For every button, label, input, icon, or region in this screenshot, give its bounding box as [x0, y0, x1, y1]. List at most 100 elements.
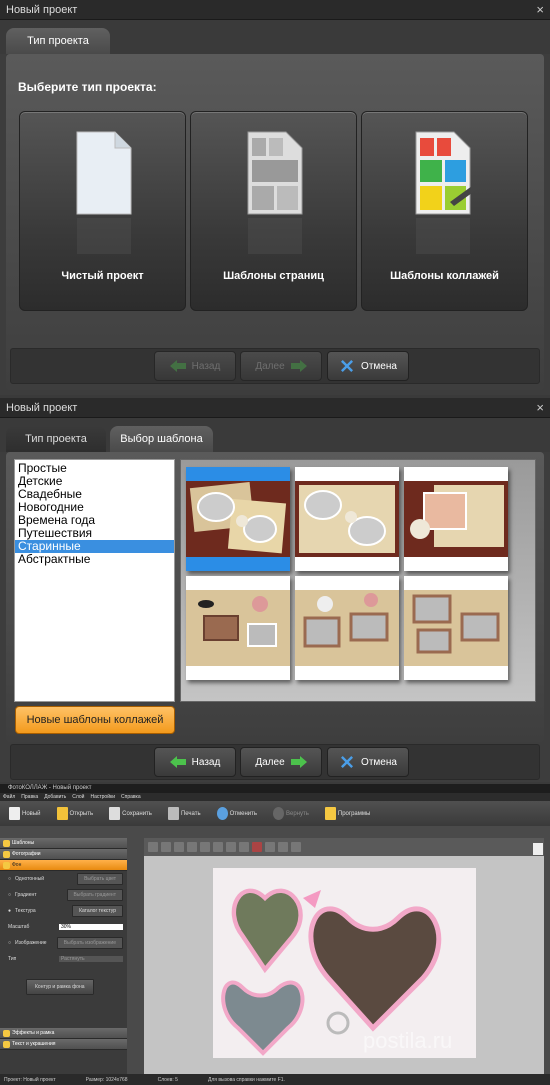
template-thumbnail[interactable] — [186, 467, 290, 571]
texture-catalog-button[interactable]: Каталог текстур — [72, 905, 123, 917]
template-thumbnail[interactable] — [404, 576, 508, 680]
redo-button[interactable]: Вернуть — [267, 804, 315, 824]
align-icon[interactable] — [187, 842, 197, 852]
card-page-templates[interactable]: Шаблоны страниц — [190, 111, 357, 311]
rotate-icon[interactable] — [239, 842, 249, 852]
panel-effects[interactable]: Эффекты и рамка — [0, 1028, 127, 1039]
arrow-right-icon — [290, 360, 307, 372]
lock-icon[interactable] — [291, 842, 301, 852]
save-button[interactable]: Сохранить — [103, 804, 158, 824]
next-button[interactable]: Далее — [240, 747, 322, 777]
open-button[interactable]: Открыть — [51, 804, 100, 824]
next-button[interactable]: Далее — [240, 351, 322, 381]
app-titlebar: ФотоКОЛЛАЖ - Новый проект — [0, 784, 550, 793]
panel-background[interactable]: Фон — [0, 860, 127, 871]
radio-texture[interactable]: ● — [8, 908, 11, 914]
button-bar: Назад Далее Отмена — [10, 744, 540, 780]
delete-icon[interactable] — [252, 842, 262, 852]
scale-input[interactable]: 30% — [59, 924, 123, 930]
card-blank-project[interactable]: Чистый проект — [19, 111, 186, 311]
save-icon — [109, 807, 121, 820]
flip-icon[interactable] — [200, 842, 210, 852]
flip-icon[interactable] — [226, 842, 236, 852]
align-icon[interactable] — [161, 842, 171, 852]
card-collage-templates[interactable]: Шаблоны коллажей — [361, 111, 528, 311]
radio-image[interactable]: ○ — [8, 940, 11, 946]
menu-edit[interactable]: Правка — [21, 793, 38, 801]
panel-bottom: Эффекты и рамка Текст и украшения — [0, 1028, 127, 1050]
menu-help[interactable]: Справка — [121, 793, 141, 801]
collage-canvas: postila.ru — [213, 868, 476, 1058]
settings-icon[interactable] — [278, 842, 288, 852]
canvas-toolbar — [144, 838, 544, 856]
crop-icon[interactable] — [265, 842, 275, 852]
arrow-left-icon — [169, 756, 186, 768]
page-icon[interactable] — [533, 843, 543, 855]
panel-text[interactable]: Текст и украшения — [0, 1039, 127, 1050]
bg-texture-row: ● Текстура Каталог текстур — [0, 903, 127, 919]
flip-icon[interactable] — [213, 842, 223, 852]
vintage-collage-image — [295, 590, 399, 666]
panel-templates[interactable]: Шаблоны — [0, 838, 127, 849]
tab-project-type[interactable]: Тип проекта — [6, 426, 106, 452]
category-list[interactable]: Простые Детские Свадебные Новогодние Вре… — [14, 459, 175, 702]
card-label: Чистый проект — [61, 270, 144, 282]
new-button[interactable]: Новый — [3, 804, 47, 824]
bg-image-row: ○ Изображение Выбрать изображение — [0, 935, 127, 951]
side-panel: Шаблоны Фотографии Фон ○ Однотонный Выбрат… — [0, 838, 127, 1074]
menu-file[interactable]: Файл — [3, 793, 15, 801]
panel-photos[interactable]: Фотографии — [0, 849, 127, 860]
tab-project-type[interactable]: Тип проекта — [6, 28, 110, 54]
radio-solid[interactable]: ○ — [8, 876, 11, 882]
close-x-icon — [341, 360, 354, 372]
card-label: Шаблоны коллажей — [390, 270, 499, 282]
programs-button[interactable]: Программы — [319, 804, 376, 824]
bg-scale-row: Масштаб 30% — [0, 919, 127, 935]
cancel-button[interactable]: Отмена — [327, 747, 409, 777]
redo-icon — [273, 807, 285, 820]
watermark-text: postila.ru — [363, 1028, 452, 1053]
undo-button[interactable]: Отменить — [211, 804, 263, 824]
undo-icon — [216, 807, 228, 820]
print-button[interactable]: Печать — [162, 804, 207, 824]
status-size: Размер: 1024x768 — [85, 1076, 128, 1083]
status-project: Проект: Новый проект — [4, 1076, 56, 1083]
vintage-collage-image — [404, 481, 508, 557]
align-icon[interactable] — [174, 842, 184, 852]
dialog-titlebar: Новый проект × — [0, 398, 550, 418]
blank-page-icon — [76, 131, 131, 254]
new-collage-templates-button[interactable]: Новые шаблоны коллажей — [15, 706, 175, 734]
align-icon[interactable] — [148, 842, 158, 852]
template-thumbnail[interactable] — [404, 467, 508, 571]
dialog-title: Новый проект — [6, 3, 78, 16]
pick-image-button[interactable]: Выбрать изображение — [56, 937, 123, 949]
collage-template-icon — [415, 131, 476, 254]
card-label: Шаблоны страниц — [223, 270, 324, 282]
pick-color-button[interactable]: Выбрать цвет — [77, 873, 123, 885]
contour-frame-button[interactable]: Контур и рамка фона — [26, 979, 94, 995]
pick-gradient-button[interactable]: Выбрать градиент — [66, 889, 123, 901]
radio-gradient[interactable]: ○ — [8, 892, 11, 898]
tab-strip: Тип проекта Выбор шаблона — [0, 418, 550, 452]
menu-add[interactable]: Добавить — [44, 793, 66, 801]
template-thumbnail[interactable] — [186, 576, 290, 680]
tab-template-choice[interactable]: Выбор шаблона — [110, 426, 213, 452]
close-icon[interactable]: × — [536, 400, 544, 415]
bg-type-row: Тип Растянуть — [0, 951, 127, 967]
close-x-icon — [341, 756, 354, 768]
cancel-button[interactable]: Отмена — [327, 351, 409, 381]
back-button[interactable]: Назад — [154, 747, 236, 777]
back-button[interactable]: Назад — [154, 351, 236, 381]
close-icon[interactable]: × — [536, 2, 544, 17]
menu-layer[interactable]: Слой — [72, 793, 84, 801]
menu-bar: Файл Правка Добавить Слой Настройки Спра… — [0, 793, 550, 801]
folder-icon — [56, 807, 68, 820]
template-thumbnail[interactable] — [295, 576, 399, 680]
list-item[interactable]: Абстрактные — [15, 553, 174, 566]
page-template-icon — [247, 131, 302, 254]
arrow-right-icon — [290, 756, 307, 768]
menu-settings[interactable]: Настройки — [90, 793, 115, 801]
type-select[interactable]: Растянуть — [59, 956, 123, 962]
arrow-left-icon — [169, 360, 186, 372]
template-thumbnail[interactable] — [295, 467, 399, 571]
